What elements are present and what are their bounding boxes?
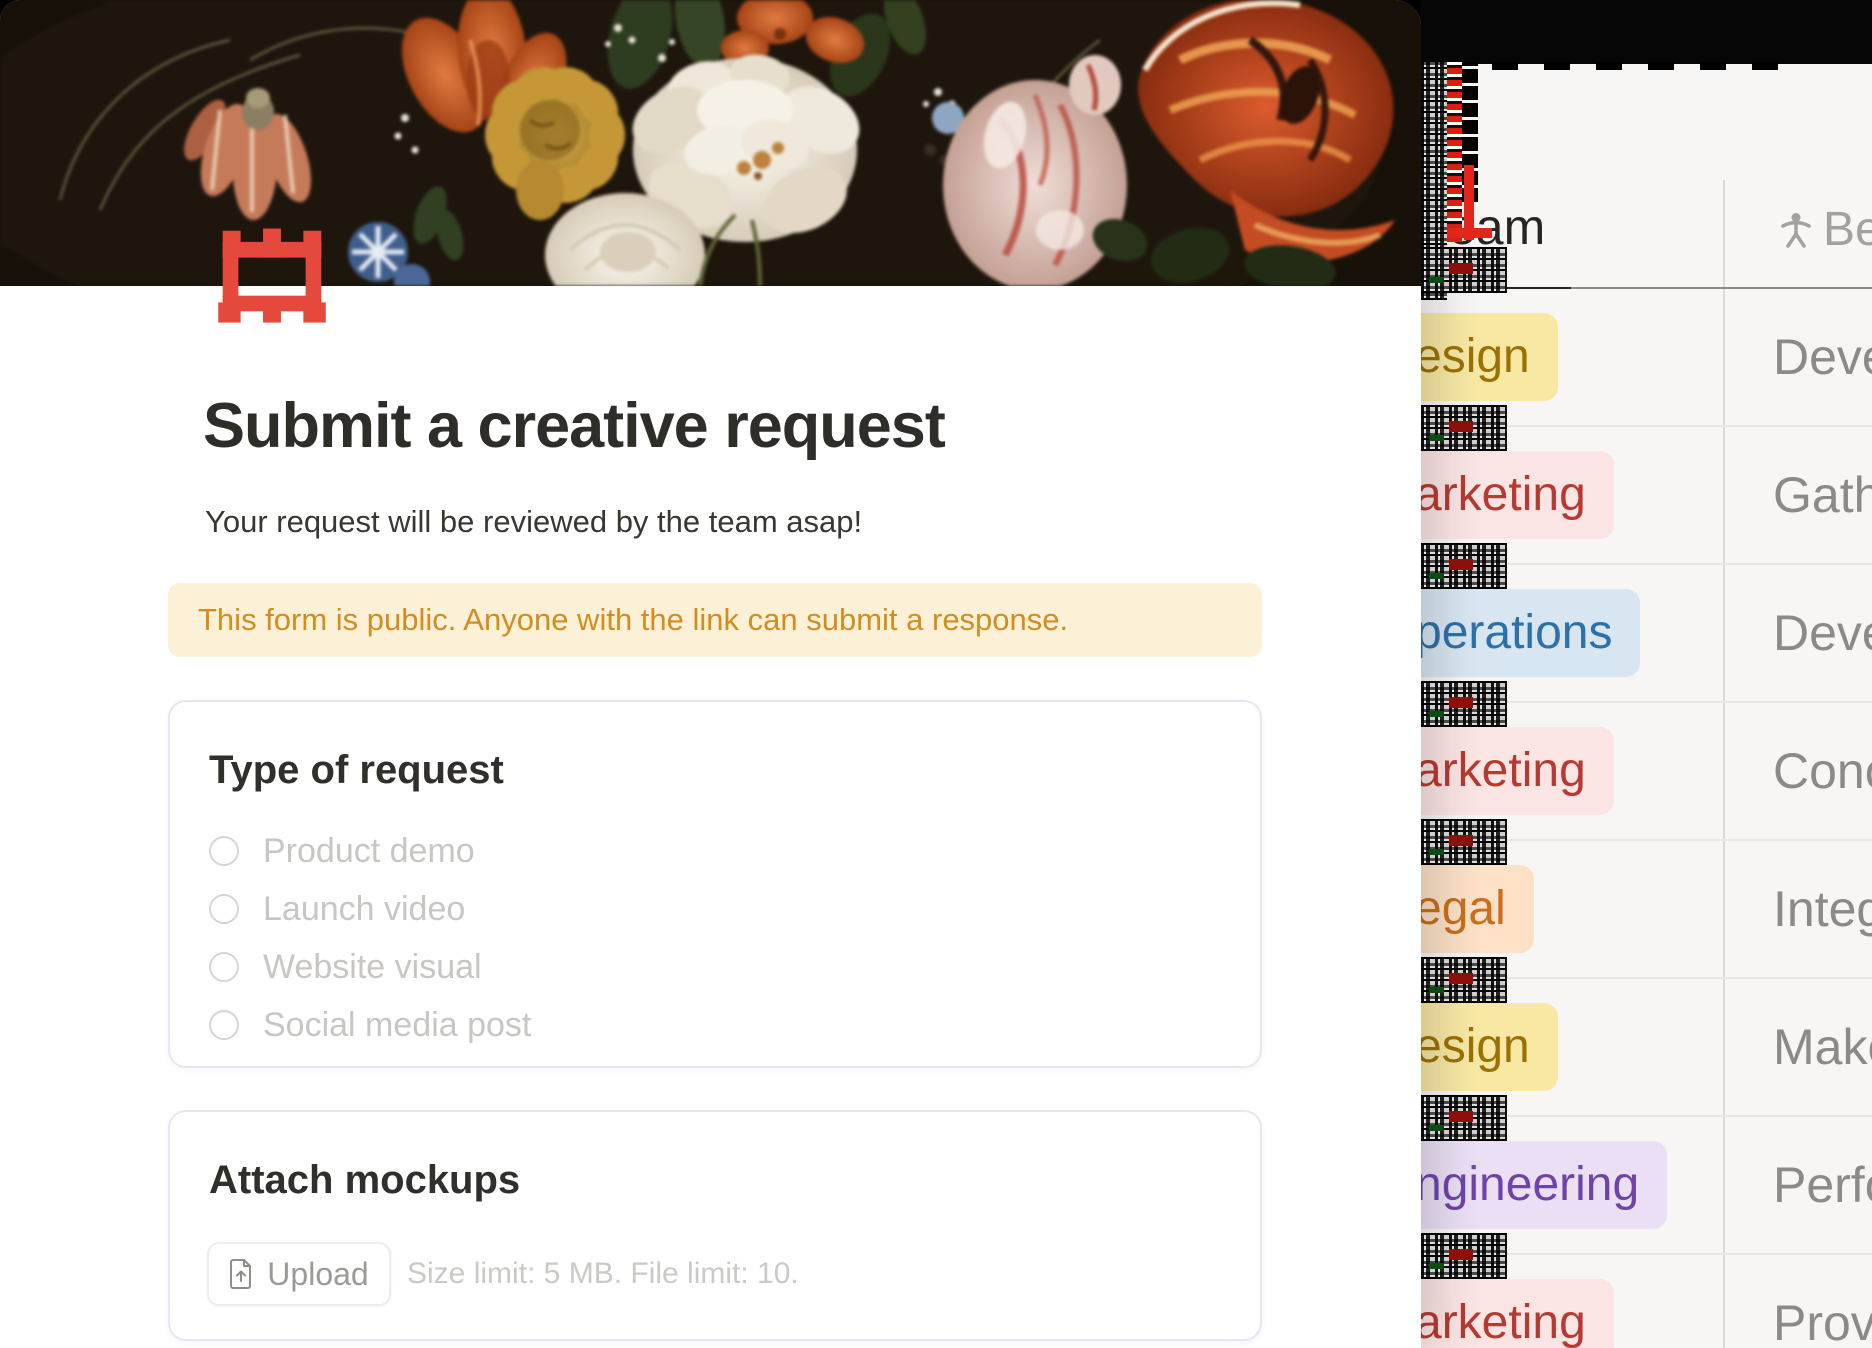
request-options: Product demo Launch video Website visual…: [209, 822, 531, 1054]
column-header-person-label: Be: [1823, 202, 1872, 257]
radio-icon[interactable]: [209, 952, 239, 982]
task-cell: Gath: [1773, 427, 1872, 563]
option-label: Social media post: [263, 1006, 531, 1045]
team-tag: perations: [1421, 589, 1640, 677]
file-upload-icon: [229, 1259, 253, 1289]
glitch-noise-blob: [1421, 1095, 1507, 1141]
team-tag: egal: [1421, 865, 1534, 953]
task-cell: Integ: [1773, 841, 1872, 977]
column-header-person[interactable]: Be: [1781, 202, 1872, 257]
glitch-noise-blob: [1421, 957, 1507, 1003]
glitch-noise-blob: [1421, 247, 1507, 293]
file-limits-text: Size limit: 5 MB. File limit: 10.: [407, 1242, 799, 1306]
request-card-heading: Type of request: [209, 748, 504, 793]
option-social-media-post[interactable]: Social media post: [209, 996, 531, 1054]
screenshot-stage: Submit a creative request Your request w…: [0, 0, 1872, 1348]
type-of-request-card: Type of request Product demo Launch vide…: [168, 700, 1262, 1068]
team-tag: arketing: [1421, 727, 1614, 815]
glitch-tick-marks: [1492, 62, 1782, 70]
banner-text: This form is public. Anyone with the lin…: [198, 602, 1068, 638]
glitch-noise-blob: [1421, 819, 1507, 865]
team-tag: ngineering: [1421, 1141, 1667, 1229]
option-website-visual[interactable]: Website visual: [209, 938, 531, 996]
glitch-noise-blob: [1421, 1233, 1507, 1279]
upload-label: Upload: [267, 1256, 368, 1293]
glitch-red-strip: [1447, 62, 1462, 242]
person-icon: [1781, 212, 1811, 248]
attach-card-heading: Attach mockups: [209, 1158, 520, 1203]
option-label: Website visual: [263, 948, 482, 987]
task-cell: Prov: [1773, 1255, 1872, 1348]
task-cell: Deve: [1773, 565, 1872, 701]
task-cell: Deve: [1773, 289, 1872, 425]
task-cell: Make: [1773, 979, 1872, 1115]
option-label: Launch video: [263, 890, 465, 929]
radio-icon[interactable]: [209, 836, 239, 866]
radio-icon[interactable]: [209, 1010, 239, 1040]
option-product-demo[interactable]: Product demo: [209, 822, 531, 880]
page-subtitle: Your request will be reviewed by the tea…: [205, 504, 862, 540]
form-logo-red-frame-icon: [213, 224, 331, 336]
form-page: Submit a creative request Your request w…: [0, 0, 1421, 1348]
radio-icon[interactable]: [209, 894, 239, 924]
team-tag: arketing: [1421, 451, 1614, 539]
task-cell: Conc: [1773, 703, 1872, 839]
task-cell: Perfo: [1773, 1117, 1872, 1253]
team-tag: arketing: [1421, 1279, 1614, 1348]
glitch-red-bar: [1447, 228, 1492, 238]
glitch-noise-blob: [1421, 405, 1507, 451]
page-title: Submit a creative request: [203, 390, 945, 462]
glitch-noise-blob: [1421, 681, 1507, 727]
upload-button[interactable]: Upload: [207, 1242, 391, 1306]
option-launch-video[interactable]: Launch video: [209, 880, 531, 938]
team-tag: esign: [1421, 1003, 1558, 1091]
public-form-banner: This form is public. Anyone with the lin…: [168, 583, 1262, 657]
team-tag: esign: [1421, 313, 1558, 401]
option-label: Product demo: [263, 832, 475, 871]
top-black-band: [1421, 0, 1872, 64]
attach-mockups-card: Attach mockups Upload Size limit: 5 MB. …: [168, 1110, 1262, 1341]
glitch-noise-blob: [1421, 543, 1507, 589]
